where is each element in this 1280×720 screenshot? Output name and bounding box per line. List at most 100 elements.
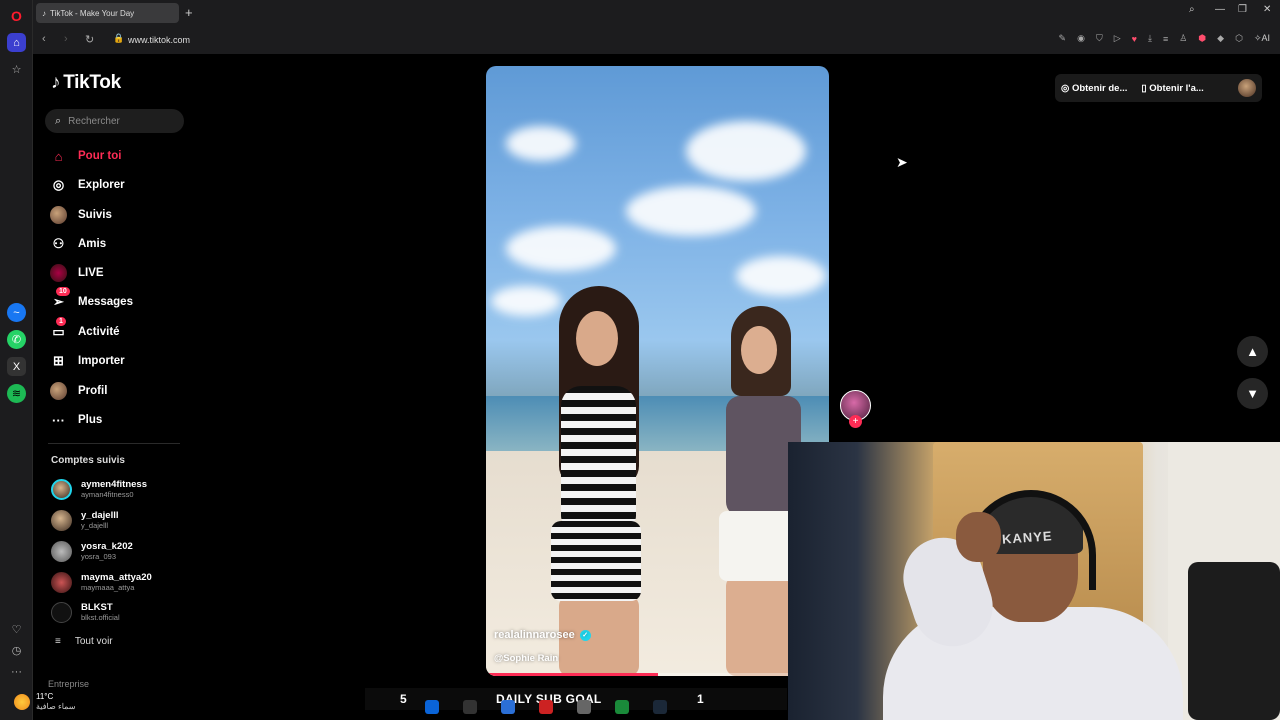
streamer-hand [956, 512, 1001, 562]
camera-icon[interactable]: ◉ [1077, 33, 1085, 44]
video-username: realalinnarosee [494, 629, 575, 641]
x-twitter-icon[interactable]: X [7, 357, 26, 376]
adblock-icon[interactable]: ⬢ [1198, 33, 1206, 44]
video-author[interactable]: realalinnarosee ✓ [494, 629, 591, 641]
heart-icon[interactable]: ♥ [1132, 34, 1137, 44]
coins-label: Obtenir de... [1071, 82, 1128, 94]
list-icon: ≡ [55, 636, 61, 647]
new-tab-button[interactable]: + [185, 5, 193, 20]
video-progress-bar[interactable] [486, 673, 829, 676]
opera-icon[interactable] [539, 700, 553, 714]
taskbar-icons [425, 700, 667, 714]
avatar [51, 571, 72, 593]
back-icon[interactable]: ‹ [42, 33, 46, 45]
search-icon[interactable] [463, 700, 477, 714]
cloud [506, 126, 576, 161]
account-name: yosra_k202 [81, 540, 133, 552]
profile-icon[interactable]: ♙ [1179, 33, 1187, 44]
nav-label: Amis [78, 238, 107, 250]
star-icon[interactable]: ☆ [7, 60, 26, 79]
weather-temperature: 11°C [36, 692, 54, 701]
lock-icon: 🔒 [113, 33, 125, 43]
followed-account[interactable]: aymen4fitness ayman4fitness0 [51, 476, 147, 502]
nav-item-following[interactable]: Suivis [50, 203, 112, 227]
next-video-button[interactable]: ▼ [1237, 378, 1268, 409]
cloud [736, 256, 826, 296]
menu-icon[interactable]: ≡ [1163, 34, 1168, 44]
nav-item-friends[interactable]: ⚇ Amis [50, 232, 106, 256]
messenger-icon[interactable]: ~ [7, 303, 26, 322]
account-name: aymen4fitness [81, 478, 148, 490]
play-icon[interactable]: ▷ [1114, 33, 1121, 44]
account-handle: yosra_093 [81, 551, 117, 561]
profile-avatar-icon [50, 382, 67, 400]
followed-account[interactable]: BLKST blkst.official [51, 599, 120, 625]
cloud [686, 121, 806, 181]
spotify-icon[interactable]: ≋ [7, 384, 26, 403]
nav-item-profile[interactable]: Profil [50, 379, 107, 403]
download-icon[interactable]: ⤓ [1148, 33, 1152, 44]
webcam-overlay: KANYE [788, 442, 1280, 720]
nav-item-messages[interactable]: ➢ 10 Messages [50, 286, 133, 314]
friends-icon: ⚇ [52, 236, 65, 251]
video-caption[interactable]: @Sophie Rain [494, 653, 558, 664]
search-input[interactable] [68, 115, 169, 127]
person-left [531, 286, 661, 676]
heart-icon[interactable]: ♡ [7, 620, 26, 639]
gaming-chair [1188, 562, 1280, 720]
see-all-link[interactable]: ≡ Tout voir [55, 636, 113, 647]
followed-accounts-title: Comptes suivis [51, 455, 125, 466]
nav-item-explore[interactable]: ◎ Explorer [50, 173, 125, 197]
weather-condition: سماء صافية [36, 702, 76, 711]
reload-icon[interactable]: ↻ [85, 33, 94, 46]
edge-icon[interactable] [501, 700, 515, 714]
history-clock-icon[interactable]: ◷ [7, 641, 26, 660]
drive-icon[interactable] [615, 700, 629, 714]
followed-account[interactable]: yosra_k202 yosra_093 [51, 538, 133, 564]
whatsapp-icon[interactable]: ✆ [7, 330, 26, 349]
nav-label: Profil [78, 385, 108, 397]
user-avatar[interactable] [1238, 79, 1256, 97]
search-box[interactable]: ⌕ [45, 109, 184, 133]
more-dots-icon[interactable]: ··· [7, 662, 26, 681]
address-bar: ‹ › ↻ 🔒 www.tiktok.com ✎ ◉ ⛉ ▷ ♥ ⤓ ≡ ♙ ⬢… [33, 26, 1280, 54]
nav-item-for-you[interactable]: ⌂ Pour toi [50, 144, 122, 168]
weather-widget[interactable]: 11°C سماء صافية [14, 692, 76, 712]
search-tabs-icon[interactable]: ⌕ [1189, 4, 1195, 15]
tab-tiktok[interactable]: ♪ TikTok - Make Your Day [36, 3, 179, 23]
tiktok-favicon-icon: ♪ [42, 8, 46, 18]
close-window-icon[interactable]: ✕ [1263, 4, 1271, 15]
video-progress-fill [486, 673, 658, 676]
edit-icon[interactable]: ✎ [1059, 33, 1067, 44]
maximize-icon[interactable]: ❐ [1238, 4, 1247, 15]
video-player[interactable]: realalinnarosee ✓ @Sophie Rain [486, 66, 829, 676]
home-icon[interactable]: ⌂ [7, 33, 26, 52]
opera-logo-icon[interactable]: O [7, 6, 26, 25]
extension-icon[interactable]: ◆ [1217, 33, 1224, 44]
url-field[interactable]: www.tiktok.com [128, 35, 190, 45]
nav-label: Plus [78, 414, 103, 426]
aria-ai-button[interactable]: ✧AI [1254, 33, 1270, 44]
goal-target: 1 [697, 692, 704, 706]
nav-item-activity[interactable]: ▭ 1 Activité [50, 316, 120, 344]
app-icon[interactable] [577, 700, 591, 714]
get-app-button[interactable]: ▯ Obtenir l'a... [1141, 83, 1203, 94]
minimize-icon[interactable]: — [1215, 4, 1225, 15]
previous-video-button[interactable]: ▲ [1237, 336, 1268, 367]
followed-account[interactable]: y_dajelll y_dajelll [51, 507, 119, 533]
forward-icon[interactable]: › [64, 33, 68, 45]
shield-icon[interactable]: ⛉ [1096, 33, 1103, 44]
nav-item-live[interactable]: LIVE [50, 261, 104, 285]
nav-item-upload[interactable]: ⊞ Importer [50, 349, 125, 373]
account-handle: ayman4fitness0 [81, 489, 134, 499]
steam-icon[interactable] [653, 700, 667, 714]
followed-account[interactable]: mayma_attya20 maymaaa_attya [51, 569, 152, 595]
search-icon: ⌕ [55, 114, 62, 127]
follow-plus-icon[interactable]: + [849, 415, 862, 428]
nav-item-more[interactable]: ··· Plus [50, 408, 102, 432]
windows-start-icon[interactable] [425, 700, 439, 714]
get-coins-button[interactable]: ◎ Obtenir de... [1061, 83, 1127, 94]
tiktok-logo[interactable]: ♪ TikTok [51, 72, 121, 94]
cube-icon[interactable]: ⬡ [1235, 33, 1243, 44]
logo-text: TikTok [63, 72, 121, 93]
